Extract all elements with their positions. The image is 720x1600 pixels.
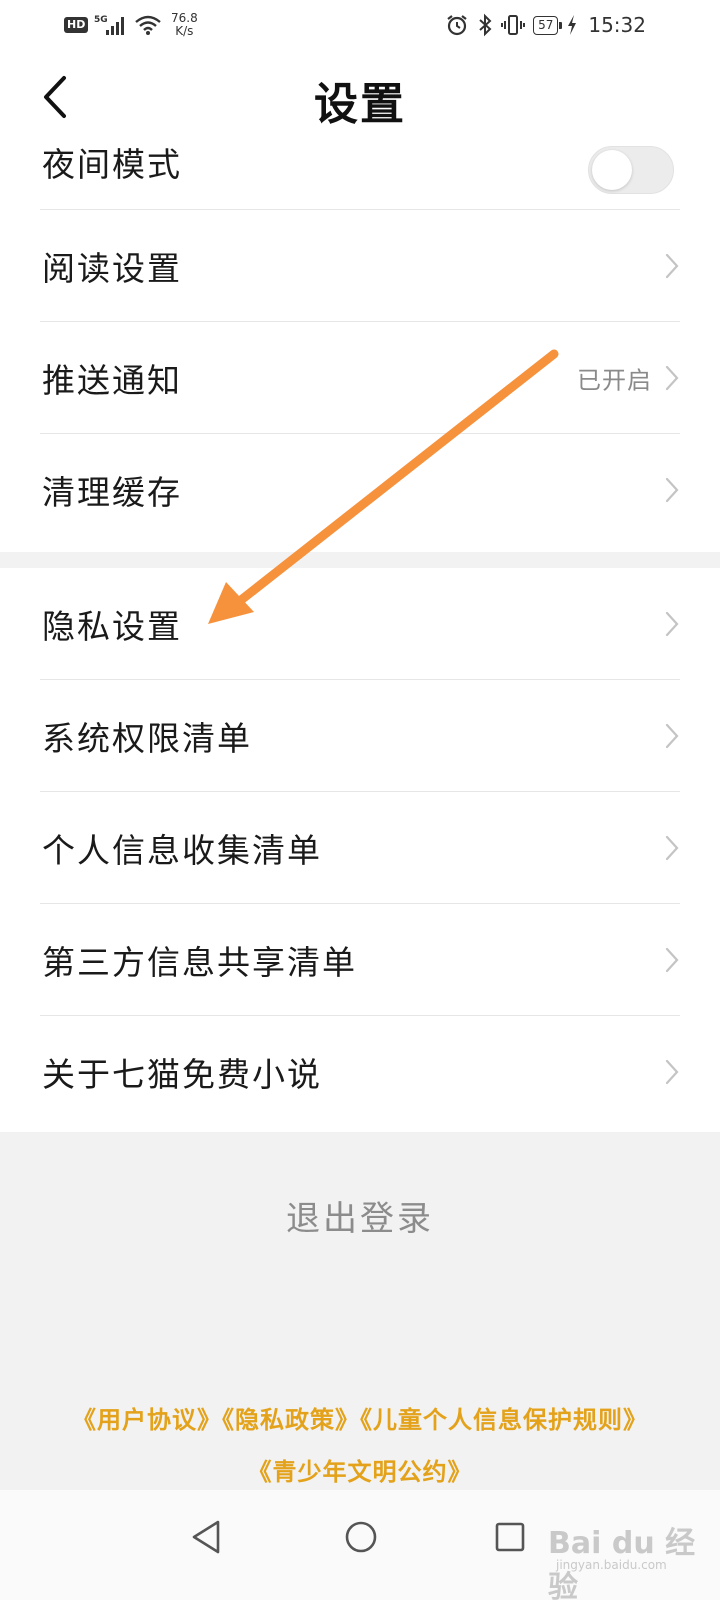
nav-back-button[interactable] [182, 1512, 232, 1562]
row-label: 系统权限清单 [42, 718, 252, 758]
vibrate-icon [501, 13, 526, 37]
footer-line-1: 《用户协议》《隐私政策》《儿童个人信息保护规则》 [0, 1394, 720, 1446]
chevron-right-icon [665, 365, 679, 390]
charging-icon [566, 14, 578, 36]
clock: 15:32 [588, 13, 646, 37]
row-label: 隐私设置 [42, 606, 182, 646]
nav-home-button[interactable] [336, 1512, 386, 1562]
wifi-icon [134, 14, 162, 36]
row-label: 第三方信息共享清单 [42, 942, 357, 982]
link-privacy-policy[interactable]: 《隐私政策》 [222, 1405, 360, 1434]
row-label: 个人信息收集清单 [42, 830, 322, 870]
row-label: 推送通知 [42, 360, 182, 400]
row-push-notifications[interactable]: 推送通知 已开启 [40, 322, 680, 434]
footer-links: 《用户协议》《隐私政策》《儿童个人信息保护规则》 《青少年文明公约》 [0, 1394, 720, 1498]
row-label: 夜间模式 [42, 145, 182, 185]
nav-back-icon [192, 1520, 220, 1554]
nav-home-icon [345, 1521, 377, 1553]
net-speed: 76.8 K/s [168, 12, 200, 38]
row-privacy-settings[interactable]: 隐私设置 [40, 568, 680, 680]
row-reading-settings[interactable]: 阅读设置 [40, 210, 680, 322]
status-bar: HD 5G 76.8 K/s 57 15:32 [0, 0, 720, 48]
signal-5g-icon: 5G [94, 13, 128, 37]
settings-group-privacy: 隐私设置 系统权限清单 个人信息收集清单 第三方信息共享清单 关于七猫免费小说 [0, 568, 720, 1132]
chevron-right-icon [665, 477, 679, 503]
settings-group-general: 夜间模式 阅读设置 推送通知 已开启 清理缓存 [0, 144, 720, 552]
watermark-url: jingyan.baidu.com [556, 1558, 667, 1572]
battery-icon: 57 [533, 15, 563, 35]
watermark: Bai du 经验 jingyan.baidu.com [548, 1510, 708, 1600]
status-left: HD 5G 76.8 K/s [64, 10, 200, 40]
chevron-right-icon [665, 723, 679, 748]
net-speed-unit: K/s [175, 24, 194, 38]
row-personal-info-list[interactable]: 个人信息收集清单 [40, 792, 680, 904]
logout-button[interactable]: 退出登录 [0, 1184, 720, 1254]
page-title: 设置 [314, 79, 406, 130]
row-system-permissions[interactable]: 系统权限清单 [40, 680, 680, 792]
push-status-value: 已开启 [577, 366, 652, 394]
row-label: 清理缓存 [42, 473, 182, 512]
row-about[interactable]: 关于七猫免费小说 [40, 1016, 680, 1128]
row-label: 关于七猫免费小说 [42, 1055, 322, 1094]
link-user-agreement[interactable]: 《用户协议》 [72, 1405, 222, 1434]
night-mode-toggle[interactable] [588, 146, 674, 194]
hd-badge: HD [64, 17, 89, 33]
status-right: 57 15:32 [445, 10, 646, 40]
chevron-right-icon [665, 1059, 679, 1085]
chevron-right-icon [665, 611, 679, 636]
chevron-right-icon [665, 947, 679, 972]
svg-text:5G: 5G [94, 15, 108, 25]
row-third-party-sharing[interactable]: 第三方信息共享清单 [40, 904, 680, 1016]
toggle-knob [592, 150, 632, 190]
title-bar: 设置 [0, 48, 720, 144]
link-children-privacy[interactable]: 《儿童个人信息保护规则》 [360, 1405, 648, 1434]
row-label: 阅读设置 [42, 248, 182, 288]
chevron-right-icon [665, 835, 679, 860]
chevron-right-icon [665, 253, 679, 278]
link-youth-convention[interactable]: 《青少年文明公约》 [248, 1457, 473, 1486]
nav-recents-button[interactable] [485, 1512, 535, 1562]
row-night-mode[interactable]: 夜间模式 [40, 144, 680, 210]
nav-recents-icon [495, 1522, 525, 1552]
row-clear-cache[interactable]: 清理缓存 [40, 434, 680, 546]
alarm-icon [445, 13, 469, 37]
bluetooth-icon [477, 13, 493, 37]
